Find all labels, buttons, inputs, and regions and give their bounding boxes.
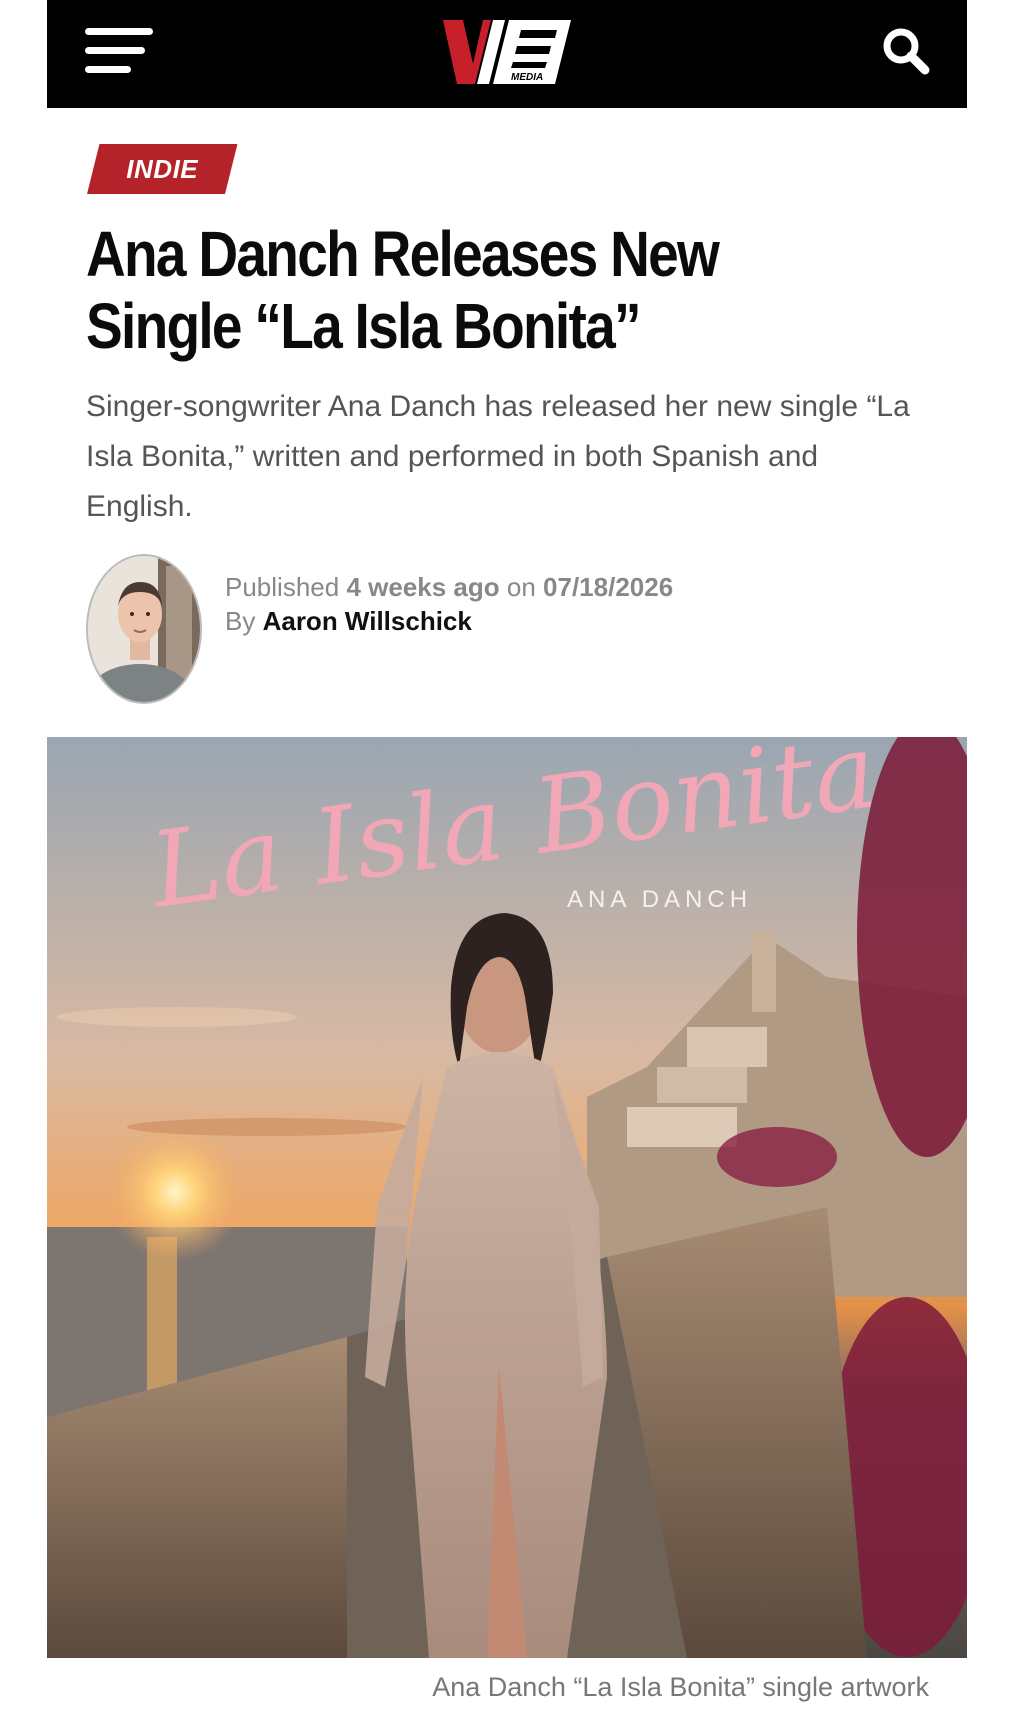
featured-image[interactable]: La Isla Bonita ANA DANCH [47, 737, 967, 1658]
article-title-line-1: Ana Danch Releases New [86, 218, 720, 290]
byline: By Aaron Willschick [225, 604, 673, 638]
article-title-line-2: Single “La Isla Bonita” [86, 290, 641, 362]
relative-time: 4 weeks ago [346, 572, 500, 602]
author-avatar[interactable] [86, 554, 202, 704]
published-label: Published [225, 572, 340, 602]
svg-text:MEDIA: MEDIA [511, 72, 543, 83]
article-title: Ana Danch Releases New Single “La Isla B… [86, 218, 740, 362]
category-badge[interactable]: INDIE [87, 144, 238, 194]
category-label: INDIE [126, 154, 199, 184]
author-link[interactable]: Aaron Willschick [263, 606, 472, 636]
image-caption: Ana Danch “La Isla Bonita” single artwor… [432, 1672, 929, 1702]
site-logo[interactable]: MEDIA [439, 18, 575, 86]
artwork-artist: ANA DANCH [567, 886, 752, 913]
publish-info: Published 4 weeks ago on 07/18/2026 [225, 570, 673, 604]
article-meta: Published 4 weeks ago on 07/18/2026 By A… [225, 570, 673, 638]
by-label: By [225, 606, 256, 636]
publish-date: 07/18/2026 [543, 572, 674, 602]
on-label: on [506, 572, 536, 602]
hamburger-menu-icon[interactable] [85, 28, 157, 76]
site-header: MEDIA [47, 0, 967, 108]
article-excerpt: Singer-songwriter Ana Danch has released… [86, 390, 910, 523]
search-icon[interactable] [881, 26, 931, 76]
